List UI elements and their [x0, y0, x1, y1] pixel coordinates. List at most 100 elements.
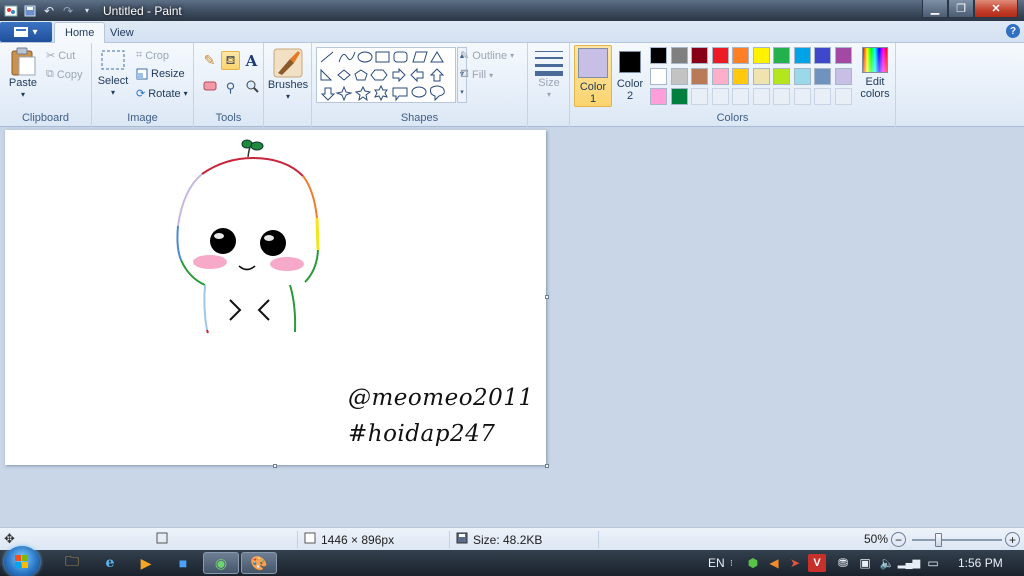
fill-button[interactable]: ⛾ Fill ▾ [460, 68, 493, 82]
volume-icon[interactable]: 🔈 [878, 554, 896, 572]
pencil-tool[interactable]: ✎ [200, 51, 219, 70]
custom-color-slot[interactable] [793, 88, 811, 105]
color-swatch[interactable] [711, 67, 729, 85]
ribbon-tab-row: ▾ Home View ? [0, 21, 1024, 43]
vivaldi-tray-icon[interactable]: V [808, 554, 826, 572]
cut-button[interactable]: ✂ Cut [46, 49, 75, 63]
paint-app-icon[interactable] [3, 3, 19, 19]
chevron-down-icon: ▾ [32, 26, 38, 38]
color-swatch[interactable] [814, 67, 831, 85]
tab-view[interactable]: View [100, 22, 144, 43]
zoom-level: 50% [864, 532, 889, 546]
color-swatch[interactable] [773, 47, 790, 64]
brushes-button[interactable]: Brushes ▾ [268, 47, 308, 103]
resize-handle-right[interactable] [545, 295, 549, 299]
crop-button[interactable]: ⌗ Crop [136, 49, 169, 62]
shapes-gallery[interactable] [316, 47, 456, 103]
eraser-tool[interactable] [200, 78, 219, 97]
undo-icon[interactable]: ↶ [41, 3, 57, 19]
color-swatch[interactable] [650, 88, 667, 105]
chevron-down-icon: ▾ [510, 51, 515, 60]
chevron-down-icon[interactable]: ▾ [79, 3, 95, 19]
copy-button[interactable]: ⧉ Copy [46, 68, 83, 81]
custom-color-slot[interactable] [752, 88, 770, 105]
close-icon: ✕ [991, 3, 1001, 15]
start-button[interactable] [4, 546, 40, 576]
language-help-icon[interactable]: ⁝ [730, 554, 733, 572]
text-tool[interactable]: A [242, 51, 261, 70]
wifi-signal-icon[interactable]: ▂▄▆ [898, 554, 920, 572]
tray-app-icon[interactable]: ⬢ [744, 554, 762, 572]
color-swatch[interactable] [670, 47, 688, 64]
select-button[interactable]: Select ▾ [98, 47, 128, 99]
outline-button[interactable]: ✎ Outline ▾ [460, 49, 515, 63]
custom-color-slot[interactable] [834, 88, 852, 105]
color-swatch[interactable] [691, 47, 708, 64]
redo-icon[interactable]: ↷ [60, 3, 76, 19]
custom-color-slot[interactable] [691, 88, 708, 105]
minimize-button[interactable]: ▁ [922, 0, 948, 18]
resize-button[interactable]: Resize [136, 68, 185, 80]
custom-color-slot[interactable] [711, 88, 729, 105]
color-swatch[interactable] [732, 67, 749, 85]
media-player-taskbar-button[interactable]: ▶ [128, 552, 164, 574]
color-swatch[interactable] [670, 88, 688, 105]
color-picker-tool[interactable]: ⚲ [221, 78, 240, 97]
resize-handle-bottom[interactable] [273, 464, 277, 468]
color-swatch[interactable] [670, 67, 688, 85]
custom-color-slot[interactable] [732, 88, 749, 105]
share-tray-icon[interactable]: ➤ [786, 554, 804, 572]
zoom-out-button[interactable]: − [891, 532, 906, 547]
language-indicator[interactable]: EN [708, 554, 725, 572]
windows-logo-icon [15, 555, 28, 568]
folder-icon: 🗀 [65, 553, 79, 569]
speaker-tray-icon[interactable]: ◀ [766, 554, 782, 572]
paste-button[interactable]: Paste ▾ [6, 47, 40, 101]
zoom-slider-track[interactable] [912, 539, 1002, 541]
custom-color-slot[interactable] [814, 88, 831, 105]
size-group: Size ▾ [528, 43, 570, 127]
ie-taskbar-button[interactable]: e [92, 552, 128, 574]
restore-button[interactable]: ❐ [948, 0, 974, 18]
color-swatch[interactable] [752, 67, 770, 85]
color-swatch[interactable] [834, 47, 852, 64]
explorer-taskbar-button[interactable]: 🗀 [54, 552, 90, 574]
clock[interactable]: 1:56 PM [958, 554, 1003, 572]
tab-home[interactable]: Home [54, 22, 106, 43]
color-swatch[interactable] [834, 67, 852, 85]
drawing-canvas[interactable]: @meomeo2011 #hoidap247 [5, 130, 546, 465]
zoom-in-button[interactable]: + [1005, 532, 1020, 547]
color-swatch[interactable] [650, 47, 667, 64]
magnifier-tool[interactable] [242, 78, 261, 97]
dimensions-text: 1446 × 896px [321, 532, 395, 547]
color2-button[interactable]: Color 2 [614, 47, 646, 102]
close-button[interactable]: ✕ [974, 0, 1018, 18]
color-swatch[interactable] [814, 47, 831, 64]
chrome-taskbar-button[interactable]: ◉ [203, 552, 239, 574]
color1-button[interactable]: Color 1 [574, 45, 612, 107]
device-tray-icon[interactable]: ▣ [856, 554, 874, 572]
save-icon[interactable] [22, 3, 38, 19]
custom-color-slot[interactable] [773, 88, 790, 105]
color-swatch[interactable] [650, 67, 667, 85]
color-swatch[interactable] [752, 47, 770, 64]
help-icon[interactable]: ? [1006, 24, 1020, 38]
size-button[interactable]: Size ▾ [531, 47, 567, 101]
image-group: Select ▾ ⌗ Crop Resize ⟳ Rotate ▾ Image [92, 43, 194, 127]
power-icon[interactable]: ▭ [924, 554, 942, 572]
color-swatch[interactable] [732, 47, 749, 64]
paint-taskbar-button[interactable]: 🎨 [241, 552, 277, 574]
color-swatch[interactable] [773, 67, 790, 85]
zoom-slider-thumb[interactable] [935, 533, 942, 547]
resize-handle-corner[interactable] [545, 464, 549, 468]
edit-colors-button[interactable]: Edit colors [856, 47, 894, 100]
color-swatch[interactable] [691, 67, 708, 85]
rotate-button[interactable]: ⟳ Rotate ▾ [136, 87, 188, 101]
paint-menu-button[interactable]: ▾ [0, 22, 52, 42]
color-swatch[interactable] [793, 47, 811, 64]
zoom-taskbar-button[interactable]: ■ [165, 552, 201, 574]
fill-tool[interactable]: ⛾ [221, 51, 240, 70]
color-swatch[interactable] [793, 67, 811, 85]
network-tray-icon[interactable]: ⛃ [834, 554, 852, 572]
color-swatch[interactable] [711, 47, 729, 64]
